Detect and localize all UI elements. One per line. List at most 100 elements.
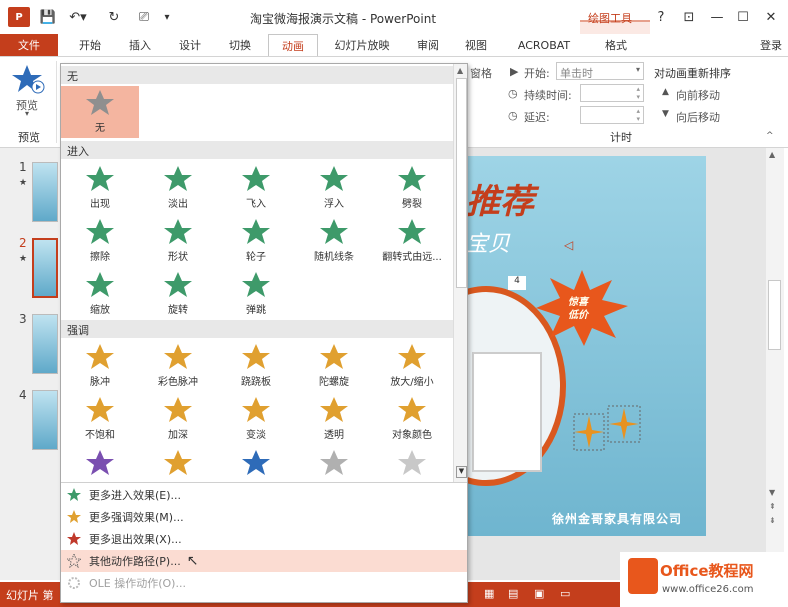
- tab-acrobat[interactable]: ACROBAT: [506, 34, 582, 56]
- emphasis-effect-extra-3[interactable]: [217, 446, 295, 480]
- tab-slideshow[interactable]: 幻灯片放映: [322, 34, 402, 56]
- collapse-ribbon-icon[interactable]: ^: [766, 131, 774, 141]
- maximize-icon[interactable]: ☐: [730, 8, 756, 26]
- emphasis-effect-3[interactable]: 跷跷板: [217, 340, 295, 392]
- customize-qat-icon[interactable]: ▾: [160, 8, 174, 26]
- star-exit-icon: [67, 532, 81, 545]
- save-icon[interactable]: 💾: [38, 8, 58, 26]
- slideshow-view-icon[interactable]: ▭: [560, 587, 570, 600]
- sorter-view-icon[interactable]: ▤: [508, 587, 518, 600]
- burst-text: 惊喜 低价: [568, 297, 588, 321]
- emphasis-effect-extra-2[interactable]: [139, 446, 217, 480]
- move-earlier-button[interactable]: 向前移动: [676, 87, 720, 103]
- duration-stepper[interactable]: ▴ ▾: [580, 84, 644, 102]
- watermark-brand: Office教程网: [660, 562, 754, 580]
- slide-thumbnail-1[interactable]: [32, 162, 58, 222]
- animation-marker-icon: ★: [19, 178, 28, 188]
- emphasis-effect-4[interactable]: 陀螺旋: [295, 340, 373, 392]
- tab-design[interactable]: 设计: [168, 34, 212, 56]
- emphasis-effect-2[interactable]: 彩色脉冲: [139, 340, 217, 392]
- tab-format[interactable]: 格式: [590, 34, 642, 56]
- emphasis-effect-8[interactable]: 变淡: [217, 393, 295, 445]
- entrance-effect-5[interactable]: 劈裂: [373, 162, 451, 214]
- normal-view-icon[interactable]: ▦: [484, 587, 494, 600]
- start-select[interactable]: 单击时 ▾: [556, 62, 644, 80]
- star-entrance-icon: [320, 219, 348, 244]
- star-entrance-icon: [164, 219, 192, 244]
- tab-transitions[interactable]: 切换: [218, 34, 262, 56]
- entrance-effect-7[interactable]: 形状: [139, 215, 217, 267]
- entrance-effect-10[interactable]: 翻转式由远...: [373, 215, 451, 267]
- other-motion-paths[interactable]: 其他动作路径(P)... ↖: [61, 550, 467, 572]
- animation-pane-label[interactable]: 窗格: [470, 65, 492, 81]
- emphasis-effect-extra-1[interactable]: [61, 446, 139, 480]
- ribbon-tabs: 文件 开始 插入 设计 切换 动画 幻灯片放映 审阅 视图 ACROBAT 格式…: [0, 34, 788, 56]
- start-from-beginning-icon[interactable]: ⎚: [132, 8, 156, 26]
- entrance-effect-1[interactable]: 出现: [61, 162, 139, 214]
- tab-insert[interactable]: 插入: [118, 34, 162, 56]
- emphasis-effect-extra-4[interactable]: [295, 446, 373, 480]
- emphasis-effect-1[interactable]: 脉冲: [61, 340, 139, 392]
- move-earlier-icon: ▲: [662, 87, 669, 97]
- preview-dropdown-icon[interactable]: ▾: [25, 109, 29, 118]
- star-emphasis-icon: [320, 397, 348, 422]
- star-none-icon: [86, 90, 114, 115]
- star-emphasis-icon: [242, 344, 270, 369]
- tab-view[interactable]: 视图: [454, 34, 498, 56]
- slide-thumbnail-2[interactable]: [32, 238, 58, 298]
- star-emphasis-icon: [86, 450, 114, 475]
- more-entrance-effects[interactable]: 更多进入效果(E)...: [61, 484, 467, 506]
- redo-icon[interactable]: ↻: [104, 8, 124, 26]
- undo-icon[interactable]: ↶▾: [64, 8, 92, 26]
- entrance-effect-6[interactable]: 擦除: [61, 215, 139, 267]
- entrance-effect-2[interactable]: 淡出: [139, 162, 217, 214]
- entrance-effect-9[interactable]: 随机线条: [295, 215, 373, 267]
- tab-home[interactable]: 开始: [68, 34, 112, 56]
- emphasis-effect-9[interactable]: 透明: [295, 393, 373, 445]
- star-emphasis-icon: [320, 344, 348, 369]
- slide-thumbnail-3[interactable]: [32, 314, 58, 374]
- tab-animations[interactable]: 动画: [268, 34, 318, 56]
- more-exit-effects[interactable]: 更多退出效果(X)...: [61, 528, 467, 550]
- help-button[interactable]: ?: [648, 8, 674, 26]
- entrance-effect-12[interactable]: 旋转: [139, 268, 217, 320]
- selected-star-shapes[interactable]: [572, 400, 642, 460]
- star-outline-path-icon: [67, 554, 81, 568]
- emphasis-effect-10[interactable]: 对象颜色: [373, 393, 451, 445]
- entrance-effect-11[interactable]: 缩放: [61, 268, 139, 320]
- more-emphasis-effects[interactable]: 更多强调效果(M)...: [61, 506, 467, 528]
- emphasis-effect-6[interactable]: 不饱和: [61, 393, 139, 445]
- clock-icon: ◷: [508, 87, 518, 100]
- emphasis-effect-extra-5[interactable]: [373, 446, 451, 480]
- ribbon-display-icon[interactable]: ⊡: [676, 8, 702, 26]
- animation-none[interactable]: 无: [61, 86, 139, 138]
- login-link[interactable]: 登录: [754, 34, 788, 56]
- slide-thumbnail-4[interactable]: [32, 390, 58, 450]
- window-title: 淘宝微海报演示文稿 - PowerPoint: [250, 12, 437, 26]
- section-entrance-header: 进入: [61, 141, 453, 159]
- entrance-effect-13[interactable]: 弹跳: [217, 268, 295, 320]
- editor-vertical-scrollbar[interactable]: ▲ ▼ ⇞ ⇟: [766, 148, 784, 580]
- ole-action-verbs[interactable]: OLE 操作动作(O)...: [61, 572, 467, 594]
- thumb-number: 2: [19, 236, 27, 250]
- move-later-button[interactable]: 向后移动: [676, 109, 720, 125]
- star-entrance-icon: [398, 166, 426, 191]
- minimize-icon[interactable]: —: [704, 8, 730, 26]
- emphasis-effect-5[interactable]: 放大/缩小: [373, 340, 451, 392]
- tab-review[interactable]: 审阅: [406, 34, 450, 56]
- animation-order-badge: 4: [508, 276, 526, 290]
- preview-icon[interactable]: [12, 63, 46, 95]
- gallery-scrollbar[interactable]: ▲ ▼: [453, 64, 467, 482]
- entrance-effect-4[interactable]: 浮入: [295, 162, 373, 214]
- delay-stepper[interactable]: ▴ ▾: [580, 106, 644, 124]
- watermark-url: www.office26.com: [662, 584, 754, 595]
- slide-canvas[interactable]: 推荐 宝贝 ◁ 4 惊喜 低价 徐州金哥家具有限公司: [466, 156, 706, 536]
- slide-headline: 推荐: [466, 182, 534, 222]
- close-icon[interactable]: ✕: [758, 8, 784, 26]
- entrance-effect-8[interactable]: 轮子: [217, 215, 295, 267]
- emphasis-effect-7[interactable]: 加深: [139, 393, 217, 445]
- entrance-effect-3[interactable]: 飞入: [217, 162, 295, 214]
- tab-file[interactable]: 文件: [0, 34, 58, 56]
- star-entrance-icon: [164, 166, 192, 191]
- reading-view-icon[interactable]: ▣: [534, 587, 544, 600]
